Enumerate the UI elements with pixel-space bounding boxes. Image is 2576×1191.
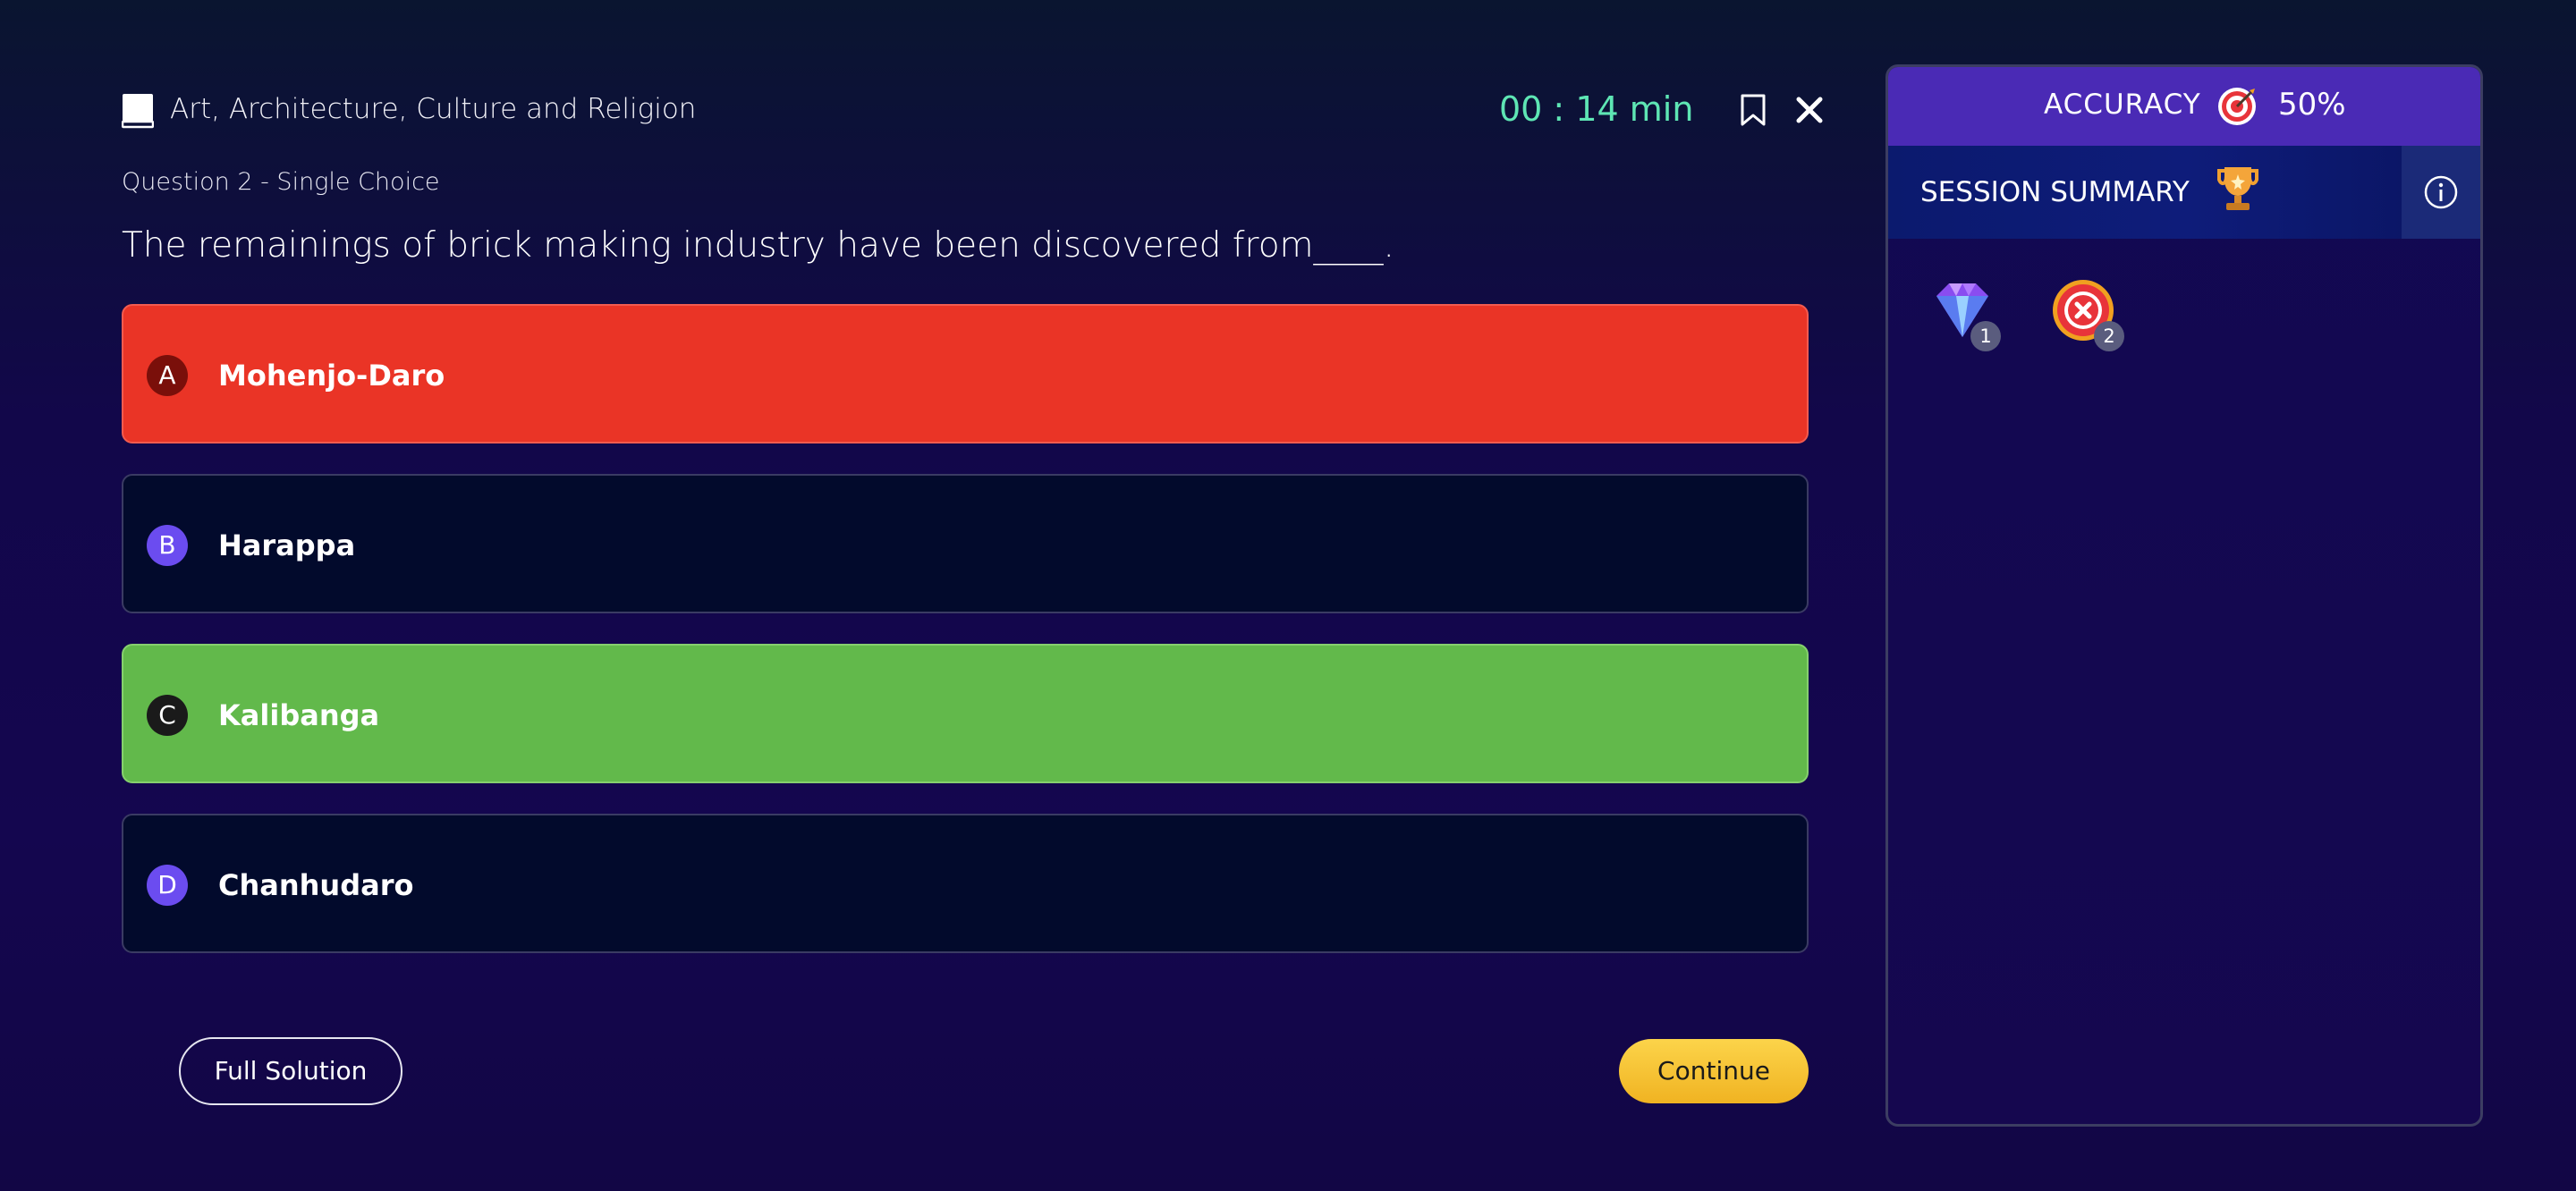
accuracy-bar: ACCURACY 50%	[1888, 67, 2480, 146]
option-label: Harappa	[218, 528, 356, 562]
badge-count: 1	[1970, 321, 2001, 351]
info-button[interactable]	[2402, 146, 2480, 239]
option-label: Kalibanga	[218, 698, 380, 732]
option-letter: D	[147, 865, 188, 906]
target-icon	[2218, 88, 2256, 125]
option-b[interactable]: B Harappa	[122, 474, 1809, 613]
wrong-answer-badge: 2	[2047, 275, 2124, 351]
option-letter: C	[147, 695, 188, 736]
option-letter: B	[147, 525, 188, 566]
session-panel: ACCURACY 50% SESSION SUMMARY 1 2	[1885, 64, 2483, 1127]
session-summary-bar: SESSION SUMMARY	[1888, 146, 2480, 239]
continue-button[interactable]: Continue	[1619, 1039, 1809, 1103]
option-letter: A	[147, 355, 188, 396]
question-type: Question 2 - Single Choice	[122, 168, 440, 196]
bookmark-icon[interactable]	[1739, 93, 1767, 127]
option-label: Chanhudaro	[218, 868, 414, 902]
option-a[interactable]: A Mohenjo-Daro	[122, 304, 1809, 443]
quiz-header: Art, Architecture, Culture and Religion …	[122, 88, 1830, 132]
close-icon[interactable]	[1794, 95, 1825, 125]
diamond-badge: 1	[1924, 275, 2001, 351]
option-c[interactable]: C Kalibanga	[122, 644, 1809, 783]
session-summary-label: SESSION SUMMARY	[1920, 176, 2190, 208]
accuracy-label: ACCURACY	[2044, 89, 2201, 121]
topic-title: Art, Architecture, Culture and Religion	[170, 93, 697, 125]
option-d[interactable]: D Chanhudaro	[122, 814, 1809, 953]
info-icon	[2424, 175, 2458, 209]
trophy-icon	[2217, 167, 2258, 210]
badge-count: 2	[2094, 321, 2124, 351]
full-solution-button[interactable]: Full Solution	[179, 1037, 402, 1105]
timer: 00 : 14 min	[1499, 89, 1694, 129]
option-label: Mohenjo-Daro	[218, 359, 445, 393]
accuracy-value: 50%	[2278, 87, 2346, 122]
question-text: The remainings of brick making industry …	[122, 225, 1394, 266]
book-icon	[122, 94, 154, 129]
